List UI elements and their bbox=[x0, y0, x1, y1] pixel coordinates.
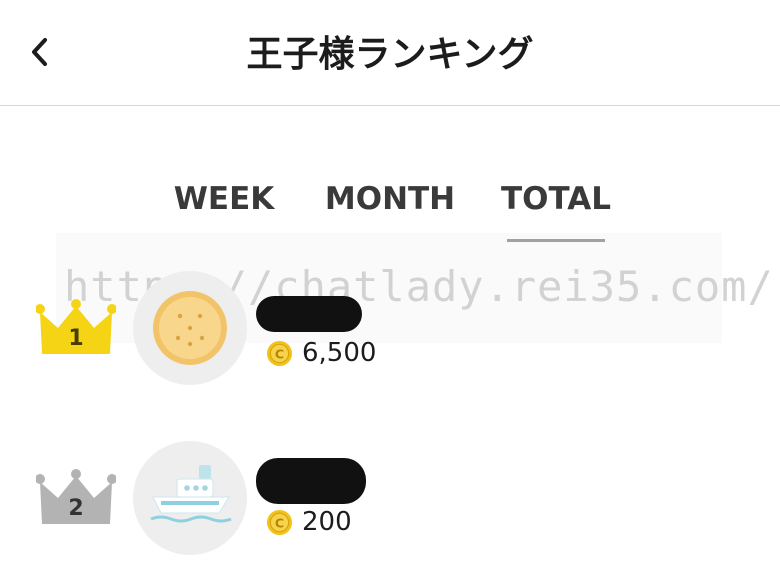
ranking-screen: 王子様ランキング WEEK MONTH TOTAL https://chatla… bbox=[0, 0, 780, 579]
ship-icon bbox=[150, 465, 232, 523]
ranking-row[interactable]: 1 C 6,500 bbox=[0, 268, 780, 388]
coin-icon: C bbox=[266, 509, 293, 535]
rank-number: 1 bbox=[68, 326, 84, 351]
crown-rank-2: 2 bbox=[35, 466, 117, 528]
crown-rank-1: 1 bbox=[35, 296, 117, 358]
cracker-icon bbox=[153, 291, 227, 365]
ranking-row[interactable]: 2 C 200 bbox=[0, 438, 780, 558]
svg-text:C: C bbox=[275, 346, 284, 361]
score-value: 6,500 bbox=[302, 338, 377, 368]
avatar[interactable] bbox=[133, 271, 247, 385]
score: C 6,500 bbox=[266, 336, 376, 370]
rank-number: 2 bbox=[68, 496, 84, 521]
avatar[interactable] bbox=[133, 441, 247, 555]
header-bar: 王子様ランキング bbox=[0, 0, 780, 106]
page-title: 王子様ランキング bbox=[246, 34, 534, 75]
coin-icon: C bbox=[266, 340, 293, 366]
score: C 200 bbox=[266, 505, 352, 539]
svg-text:C: C bbox=[275, 515, 284, 530]
score-value: 200 bbox=[302, 507, 352, 537]
redacted-username bbox=[256, 296, 362, 332]
redacted-username bbox=[256, 458, 366, 504]
